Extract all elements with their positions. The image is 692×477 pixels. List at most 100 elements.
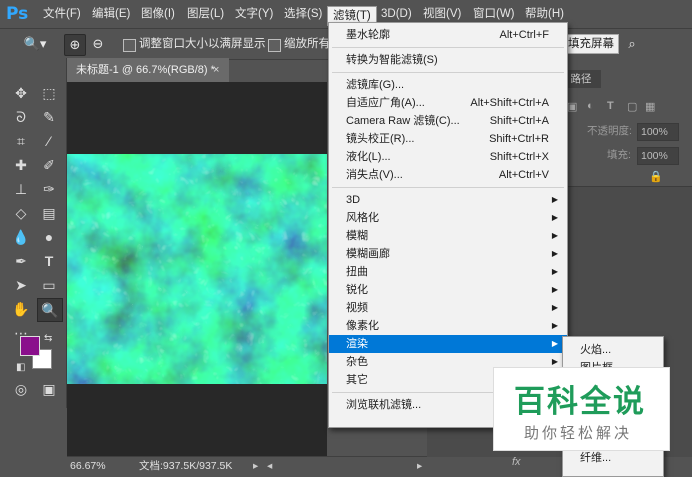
zoom-tool-preset-icon[interactable]: 🔍▾: [20, 34, 50, 54]
search-icon[interactable]: ⌕: [622, 34, 642, 54]
filter-menu-item[interactable]: 像素化 ▶: [329, 317, 567, 335]
menu-image[interactable]: 图像(I): [136, 0, 180, 28]
close-tab-icon[interactable]: ×: [213, 58, 219, 82]
status-arrow-icon[interactable]: ▸: [253, 457, 258, 476]
blur-tool-icon[interactable]: 💧: [9, 226, 33, 248]
menu-item-shortcut: Alt+Ctrl+F: [499, 29, 549, 41]
render-submenu-item[interactable]: 火焰...: [563, 341, 663, 359]
canvas-image: [67, 154, 327, 384]
filter-text-icon[interactable]: T: [607, 100, 614, 112]
submenu-arrow-icon: ▶: [551, 321, 558, 330]
filter-menu-item[interactable]: 镜头校正(R)... Shift+Ctrl+R: [329, 130, 567, 148]
default-colors-icon[interactable]: ◧: [16, 362, 25, 373]
path-select-icon[interactable]: ➤: [9, 274, 33, 296]
menu-item-label: 其它: [346, 374, 368, 386]
menu-item-label: 模糊: [346, 230, 368, 242]
pen-tool-icon[interactable]: ✒: [9, 250, 33, 272]
filter-menu-item[interactable]: 转换为智能滤镜(S): [329, 51, 567, 69]
fill-field[interactable]: 100%: [637, 147, 679, 165]
document-title: 未标题-1 @ 66.7%(RGB/8) *: [76, 64, 215, 76]
healing-brush-icon[interactable]: ✚: [9, 154, 33, 176]
zoom-in-icon[interactable]: ⊕: [64, 34, 86, 56]
type-tool-icon[interactable]: T: [37, 250, 61, 272]
scroll-right-icon[interactable]: ▸: [417, 457, 422, 476]
filter-menu-item[interactable]: 视频 ▶: [329, 299, 567, 317]
crop-tool-icon[interactable]: ⌗: [9, 130, 33, 152]
menu-item-label: 渲染: [346, 338, 368, 350]
filter-menu-item[interactable]: 锐化 ▶: [329, 281, 567, 299]
menu-item-label: 消失点(V)...: [346, 169, 403, 181]
filter-menu-item[interactable]: Camera Raw 滤镜(C)... Shift+Ctrl+A: [329, 112, 567, 130]
render-submenu-item[interactable]: 纤维...: [563, 449, 663, 467]
filter-shape-icon[interactable]: ▢: [627, 100, 637, 113]
filter-menu-item[interactable]: 滤镜库(G)...: [329, 76, 567, 94]
filter-menu-item[interactable]: 风格化 ▶: [329, 209, 567, 227]
quick-select-tool-icon[interactable]: ✎: [37, 106, 61, 128]
submenu-arrow-icon: ▶: [551, 231, 558, 240]
screen-mode-icon[interactable]: ▣: [37, 378, 61, 400]
opacity-field[interactable]: 100%: [637, 123, 679, 141]
filter-menu-item[interactable]: 3D ▶: [329, 191, 567, 209]
menu-item-label: 浏览联机滤镜...: [346, 399, 422, 411]
eyedropper-tool-icon[interactable]: ⁄: [37, 130, 61, 152]
clone-stamp-icon[interactable]: ⊥: [9, 178, 33, 200]
menu-item-label: 视频: [346, 302, 368, 314]
eraser-tool-icon[interactable]: ◇: [9, 202, 33, 224]
document-tab[interactable]: 未标题-1 @ 66.7%(RGB/8) * ×: [67, 58, 229, 82]
menu-separator: [332, 72, 564, 73]
filter-menu-item[interactable]: 墨水轮廓 Alt+Ctrl+F: [329, 26, 567, 44]
foreground-color-swatch[interactable]: [20, 336, 40, 356]
lasso-tool-icon[interactable]: ᘐ: [9, 106, 33, 128]
menu-item-shortcut: Shift+Ctrl+X: [489, 151, 549, 163]
history-brush-icon[interactable]: ✑: [37, 178, 61, 200]
hand-tool-icon[interactable]: ✋: [9, 298, 33, 320]
resize-windows-checkbox[interactable]: [123, 39, 136, 52]
menu-item-shortcut: Shift+Ctrl+A: [489, 115, 549, 127]
filter-menu-item[interactable]: 自适应广角(A)... Alt+Shift+Ctrl+A: [329, 94, 567, 112]
submenu-arrow-icon: ▶: [551, 267, 558, 276]
menu-edit[interactable]: 编辑(E): [87, 0, 135, 28]
filter-type-icon[interactable]: ▣: [567, 100, 577, 113]
menu-item-shortcut: Alt+Ctrl+V: [498, 169, 549, 181]
zoom-all-checkbox[interactable]: [268, 39, 281, 52]
menu-item-label: 锐化: [346, 284, 368, 296]
menu-item-label: 镜头校正(R)...: [346, 133, 415, 145]
zoom-level[interactable]: 66.67%: [70, 457, 106, 476]
filter-menu-item[interactable]: 渲染 ▶: [329, 335, 567, 353]
menu-item-label: 扭曲: [346, 266, 368, 278]
menu-item-label: 墨水轮廓: [346, 29, 390, 41]
filter-adjust-icon[interactable]: ◐: [587, 100, 594, 112]
menu-layer[interactable]: 图层(L): [182, 0, 229, 28]
filter-menu-item[interactable]: 模糊 ▶: [329, 227, 567, 245]
document-info: 文档:937.5K/937.5K: [139, 460, 233, 472]
fill-screen-button[interactable]: 填充屏幕: [563, 34, 619, 54]
menu-select[interactable]: 选择(S): [279, 0, 327, 28]
zoom-out-icon[interactable]: ⊖: [88, 34, 108, 54]
brush-tool-icon[interactable]: ✐: [37, 154, 61, 176]
fill-label: 填充:: [607, 149, 631, 161]
filter-menu-item[interactable]: 液化(L)... Shift+Ctrl+X: [329, 148, 567, 166]
marquee-tool-icon[interactable]: ⬚: [37, 82, 61, 104]
toolbox: ✥ ⬚ ᘐ ✎ ⌗ ⁄ ✚ ✐ ⊥ ✑ ◇ ▤ 💧 ● ✒ T ➤ ▭ ✋ 🔍 …: [0, 58, 67, 408]
menu-item-label: Camera Raw 滤镜(C)...: [346, 115, 460, 127]
rectangle-tool-icon[interactable]: ▭: [37, 274, 61, 296]
zoom-tool-icon[interactable]: 🔍: [37, 298, 63, 322]
gradient-tool-icon[interactable]: ▤: [37, 202, 61, 224]
filter-smart-icon[interactable]: ▦: [645, 100, 655, 113]
quick-mask-icon[interactable]: ◎: [9, 378, 33, 400]
watermark-subtitle: 助你轻松解决: [524, 425, 633, 442]
menu-type[interactable]: 文字(Y): [230, 0, 278, 28]
dodge-tool-icon[interactable]: ●: [37, 226, 61, 248]
menu-item-label: 滤镜库(G)...: [346, 79, 405, 91]
menu-item-label: 像素化: [346, 320, 379, 332]
filter-menu-item[interactable]: 扭曲 ▶: [329, 263, 567, 281]
filter-menu-item[interactable]: 消失点(V)... Alt+Ctrl+V: [329, 166, 567, 184]
menu-separator: [332, 47, 564, 48]
filter-menu-item[interactable]: 模糊画廊 ▶: [329, 245, 567, 263]
scroll-left-icon[interactable]: ◂: [267, 457, 272, 476]
move-tool-icon[interactable]: ✥: [9, 82, 33, 104]
layer-style-fx-icon[interactable]: fx: [512, 456, 521, 468]
canvas-area[interactable]: [67, 82, 327, 456]
menu-file[interactable]: 文件(F): [38, 0, 86, 28]
swap-colors-icon[interactable]: ⇆: [44, 333, 52, 344]
